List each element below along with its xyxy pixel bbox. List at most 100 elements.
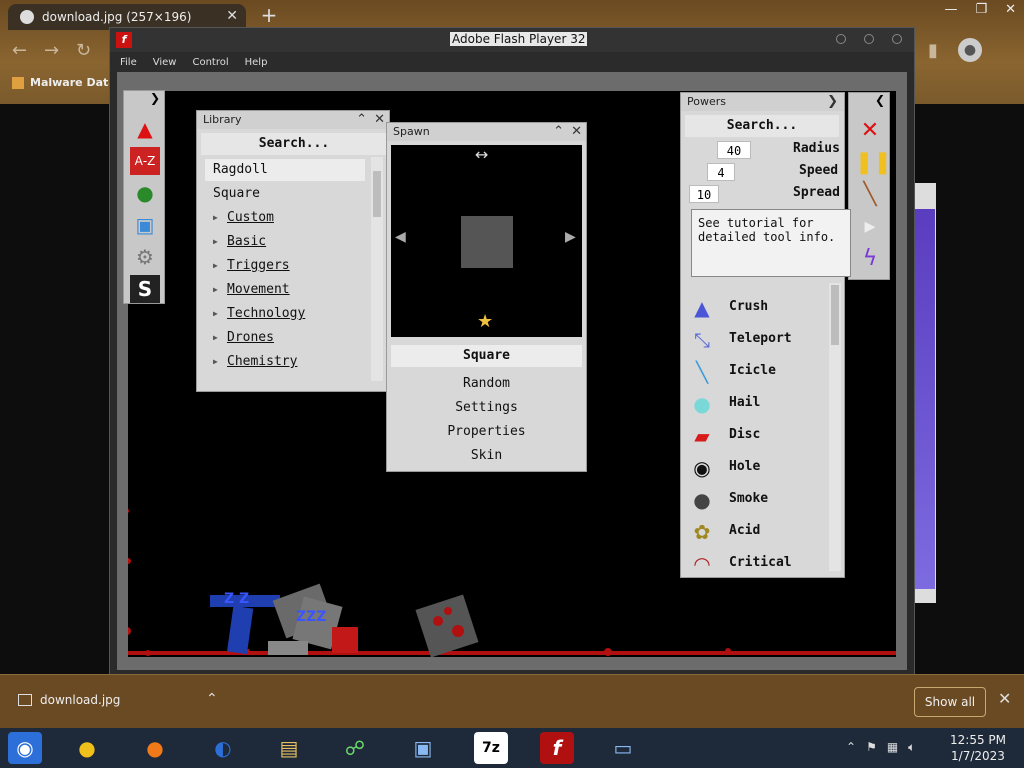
opera-icon[interactable]: ◐ [206, 732, 240, 764]
power-item-icicle[interactable]: ╲ Icicle [685, 357, 825, 387]
library-item-ragdoll[interactable]: Ragdoll [205, 159, 365, 181]
tooltip: See tutorial for detailed tool info. [691, 209, 851, 277]
library-category-triggers[interactable]: Triggers [205, 255, 365, 277]
power-item-smoke[interactable]: ● Smoke [685, 485, 825, 515]
spawn-option-skin[interactable]: Skin [391, 445, 582, 467]
library-category-movement[interactable]: Movement [205, 279, 365, 301]
window-app-icon[interactable]: ▭ [606, 732, 640, 764]
close-icon[interactable]: ✕ [374, 111, 385, 129]
menu-view[interactable]: View [153, 57, 177, 68]
library-scrollbar[interactable] [371, 157, 383, 381]
close-icon[interactable]: ✕ [571, 123, 582, 141]
library-category-drones[interactable]: Drones [205, 327, 365, 349]
toolbar-collapse-icon[interactable]: ❯ [150, 91, 160, 105]
back-icon[interactable]: ← [12, 40, 27, 61]
flash-menu-bar: File View Control Help [110, 52, 914, 72]
spawn-preview[interactable]: ↔ ◀ ▶ ★ [391, 145, 582, 337]
menu-file[interactable]: File [120, 57, 137, 68]
download-item[interactable]: download.jpg [18, 693, 120, 707]
lightning-icon[interactable]: ϟ [855, 245, 885, 273]
delete-x-icon[interactable]: ✕ [855, 117, 885, 145]
installer-icon[interactable]: ▣ [406, 732, 440, 764]
library-item-square[interactable]: Square [205, 183, 365, 205]
collapse-icon[interactable]: ⌃ [553, 123, 564, 141]
collapse-icon[interactable]: ⌃ [356, 111, 367, 129]
new-tab-button[interactable]: + [256, 5, 282, 27]
flash-player-icon[interactable]: f [540, 732, 574, 764]
minimize-icon[interactable]: — [944, 2, 957, 17]
save-disk-icon[interactable]: ▣ [130, 211, 160, 239]
settings-gear-icon[interactable]: ⚙ [130, 243, 160, 271]
s-tool-icon[interactable]: S [130, 275, 160, 303]
power-item-disc[interactable]: ▰ Disc [685, 421, 825, 451]
library-category-basic[interactable]: Basic [205, 231, 365, 253]
flash-logo-icon: f [116, 32, 132, 48]
powers-scrollbar[interactable] [829, 283, 841, 571]
start-icon[interactable]: ◉ [8, 732, 42, 764]
ragdoll-pile: Z Z ZZZ [210, 583, 358, 655]
power-item-hole[interactable]: ◉ Hole [685, 453, 825, 483]
power-item-crush[interactable]: ▲ Crush [685, 293, 825, 323]
right-tool-strip: ❮ ✕ ❚❚ ╲ ▸ ϟ [848, 92, 892, 280]
globe-icon[interactable]: ● [130, 179, 160, 207]
spawn-option-settings[interactable]: Settings [391, 397, 582, 419]
next-arrow-icon[interactable]: ▶ [565, 229, 576, 245]
close-window-icon[interactable]: ✕ [1005, 2, 1016, 17]
spread-input[interactable]: 10 [689, 185, 719, 203]
library-category-chemistry[interactable]: Chemistry [205, 351, 365, 373]
previous-arrow-icon[interactable]: ◀ [395, 229, 406, 245]
7zip-icon[interactable]: 7z [474, 732, 508, 764]
icicle-icon: ╲ [695, 360, 709, 384]
library-search[interactable]: Search... [201, 133, 387, 155]
chrome-icon[interactable]: ● [70, 732, 104, 764]
sidepanel-icon[interactable]: ▮ [928, 40, 938, 61]
network-tray-icon[interactable]: ▦ [887, 740, 898, 755]
forward-icon[interactable]: → [44, 40, 59, 61]
power-item-teleport[interactable]: ⤡ Teleport [685, 325, 825, 355]
maximize-dot-icon[interactable] [864, 34, 874, 44]
spawn-selected-square[interactable]: Square [391, 345, 582, 367]
restore-icon[interactable]: ❐ [975, 2, 987, 17]
taskbar: ◉ ● ● ◐ ▤ ☍ ▣ 7z f ▭ ⌃ ⚑ ▦ 🔈︎ 12:55 PM 1… [0, 728, 1024, 768]
radius-input[interactable]: 40 [717, 141, 751, 159]
minimize-dot-icon[interactable] [836, 34, 846, 44]
shapes-icon[interactable]: ▲ [130, 115, 160, 143]
knife-icon[interactable]: ╲ [855, 181, 885, 209]
system-clock[interactable]: 12:55 PM 1/7/2023 [946, 732, 1010, 764]
flash-title-bar: f Adobe Flash Player 32 [110, 28, 914, 52]
power-item-hail[interactable]: ● Hail [685, 389, 825, 419]
spawn-option-random[interactable]: Random [391, 373, 582, 395]
powers-search[interactable]: Search... [685, 115, 839, 137]
flag-icon[interactable]: ⚑ [866, 740, 877, 755]
chevron-up-icon[interactable]: ⌃ [206, 691, 218, 707]
menu-control[interactable]: Control [192, 57, 228, 68]
firefox-icon[interactable]: ● [138, 732, 172, 764]
star-icon[interactable]: ★ [477, 311, 493, 332]
library-a-z-icon[interactable]: A‑Z [130, 147, 160, 175]
pause-icon[interactable]: ❚❚ [855, 149, 892, 177]
strip-collapse-icon[interactable]: ❮ [875, 93, 885, 107]
speed-input[interactable]: 4 [707, 163, 735, 181]
square-preview [461, 216, 513, 268]
tab-close-icon[interactable]: ✕ [226, 8, 238, 24]
library-category-technology[interactable]: Technology [205, 303, 365, 325]
power-item-critical[interactable]: ◠ Critical [685, 549, 825, 573]
bookmark-item[interactable]: Malware Data [12, 76, 116, 89]
menu-help[interactable]: Help [245, 57, 268, 68]
expand-arrow-icon[interactable]: ❯ [827, 93, 838, 111]
profile-icon[interactable]: ● [958, 38, 982, 62]
spawn-option-properties[interactable]: Properties [391, 421, 582, 443]
chevron-up-icon[interactable]: ⌃ [846, 740, 856, 755]
cursor-arrow-icon[interactable]: ▸ [855, 213, 885, 241]
power-item-acid[interactable]: ✿ Acid [685, 517, 825, 547]
library-category-custom[interactable]: Custom [205, 207, 365, 229]
file-explorer-icon[interactable]: ▤ [272, 732, 306, 764]
svg-text:Z Z: Z Z [224, 591, 249, 607]
network-icon[interactable]: ☍ [338, 732, 372, 764]
close-dot-icon[interactable] [892, 34, 902, 44]
volume-icon[interactable]: 🔈︎ [908, 740, 915, 755]
close-download-bar-icon[interactable]: ✕ [998, 689, 1011, 708]
show-all-button[interactable]: Show all [914, 687, 986, 717]
horizontal-resize-icon[interactable]: ↔ [475, 145, 488, 164]
reload-icon[interactable]: ↻ [76, 40, 91, 61]
